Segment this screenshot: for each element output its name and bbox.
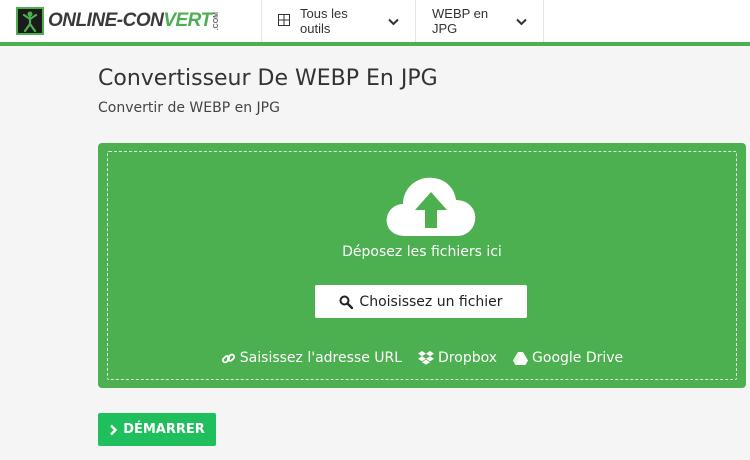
nav-all-tools[interactable]: Tous les outils [262,0,416,42]
dropbox-source-link[interactable]: Dropbox [418,350,497,366]
nav-all-tools-label: Tous les outils [300,6,348,36]
choose-file-button[interactable]: Choisissez un fichier [315,285,527,318]
nav-webp-to-jpg-label: WEBP en JPG [432,6,489,36]
logo-figure-icon [16,7,44,35]
logo-text: ONLINE-CONVERT [48,10,212,31]
chevron-down-icon [388,14,399,29]
dropzone-border: Déposez les fichiers ici Choisissez un f… [107,151,737,380]
link-icon [221,353,235,363]
choose-file-label: Choisissez un fichier [359,293,503,310]
page-subtitle: Convertir de WEBP en JPG [98,100,280,116]
search-icon [339,295,354,309]
google-drive-icon [513,351,529,365]
url-source-link[interactable]: Saisissez l'adresse URL [221,350,402,366]
google-drive-source-label: Google Drive [532,350,624,366]
upload-cloud-icon [385,176,477,243]
site-logo[interactable]: ONLINE-CONVERT .COM [0,0,262,42]
start-button-label: DÉMARRER [123,422,205,437]
dropzone-text: Déposez les fichiers ici [342,244,502,260]
grid-icon [278,13,290,29]
dropbox-icon [418,351,435,365]
dropbox-source-label: Dropbox [438,350,498,366]
google-drive-source-link[interactable]: Google Drive [513,350,623,366]
upload-sources: Saisissez l'adresse URL Dropbox Google D… [108,350,736,366]
nav-webp-to-jpg[interactable]: WEBP en JPG [416,0,544,42]
top-header: ONLINE-CONVERT .COM Tous les outils WEBP… [0,0,750,46]
logo-suffix: .COM [212,11,220,31]
start-button[interactable]: DÉMARRER [98,413,216,446]
chevron-down-icon [516,14,527,29]
url-source-label: Saisissez l'adresse URL [239,350,403,366]
file-dropzone[interactable]: Déposez les fichiers ici Choisissez un f… [98,143,746,388]
chevron-right-icon [110,424,118,435]
page-title: Convertisseur De WEBP En JPG [98,66,438,91]
